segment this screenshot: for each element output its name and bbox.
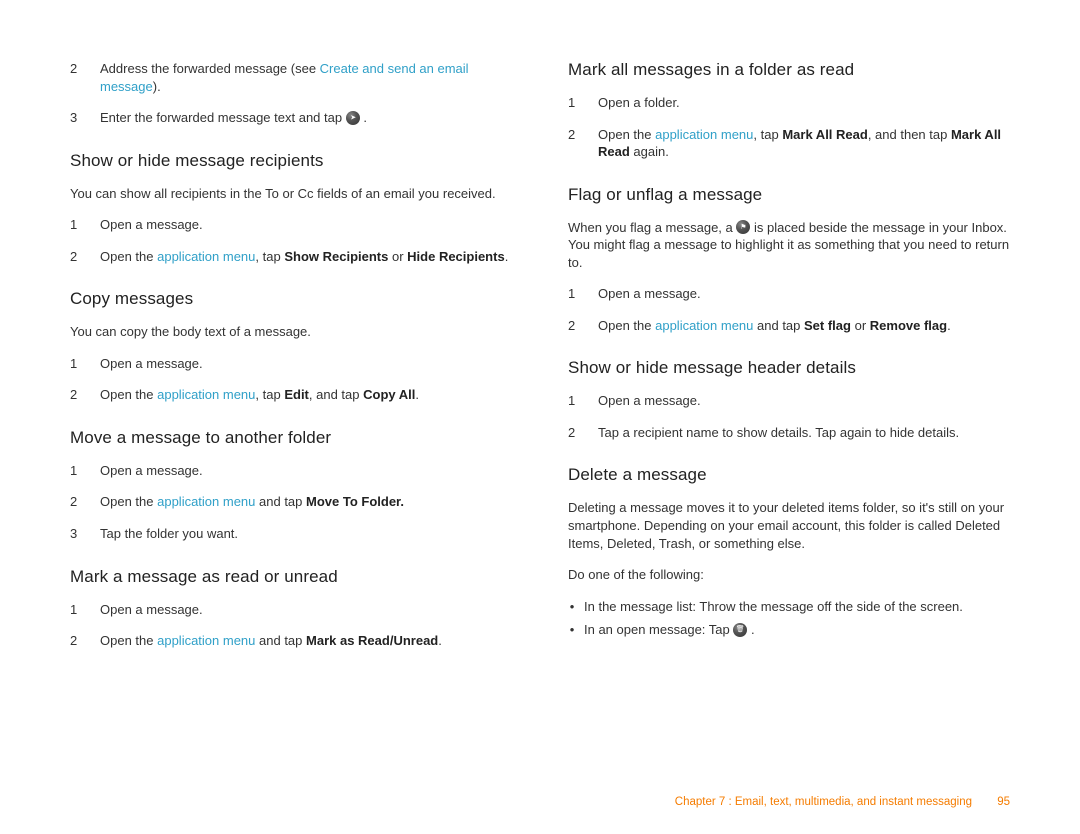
page-footer: Chapter 7 : Email, text, multimedia, and…: [675, 796, 1010, 808]
link-app-menu[interactable]: application menu: [157, 249, 255, 264]
send-icon: [346, 111, 360, 125]
heading-delete: Delete a message: [568, 465, 1010, 485]
heading-copy: Copy messages: [70, 289, 512, 309]
left-column: 2 Address the forwarded message (see Cre…: [70, 60, 512, 784]
flag-icon: [736, 220, 750, 234]
heading-header-details: Show or hide message header details: [568, 358, 1010, 378]
intro-text: When you flag a message, a is placed bes…: [568, 219, 1010, 272]
link-app-menu[interactable]: application menu: [157, 633, 255, 648]
step-text: Open the application menu, tap Show Reci…: [100, 248, 512, 266]
heading-show-recipients: Show or hide message recipients: [70, 151, 512, 171]
chapter-label: Chapter 7 : Email, text, multimedia, and…: [675, 796, 972, 808]
intro-text: You can show all recipients in the To or…: [70, 185, 512, 203]
step-text: Enter the forwarded message text and tap…: [100, 109, 512, 127]
step-text: Open a message.: [100, 216, 512, 234]
bullet-item: • In an open message: Tap .: [568, 621, 1010, 639]
link-app-menu[interactable]: application menu: [157, 494, 255, 509]
link-app-menu[interactable]: application menu: [655, 318, 753, 333]
step-item: 3 Enter the forwarded message text and t…: [70, 109, 512, 127]
heading-move: Move a message to another folder: [70, 428, 512, 448]
right-column: Mark all messages in a folder as read 1O…: [568, 60, 1010, 784]
link-app-menu[interactable]: application menu: [157, 387, 255, 402]
step-number: 2: [70, 60, 84, 95]
page-number: 95: [997, 796, 1010, 808]
step-number: 3: [70, 109, 84, 127]
heading-mark-all: Mark all messages in a folder as read: [568, 60, 1010, 80]
step-text: Address the forwarded message (see Creat…: [100, 60, 512, 95]
heading-flag: Flag or unflag a message: [568, 185, 1010, 205]
step-item: 2 Address the forwarded message (see Cre…: [70, 60, 512, 95]
bullet-item: •In the message list: Throw the message …: [568, 598, 1010, 616]
trash-icon: [733, 623, 747, 637]
intro-text: Deleting a message moves it to your dele…: [568, 499, 1010, 552]
intro-text: You can copy the body text of a message.: [70, 323, 512, 341]
link-app-menu[interactable]: application menu: [655, 127, 753, 142]
heading-mark: Mark a message as read or unread: [70, 567, 512, 587]
intro-text: Do one of the following:: [568, 566, 1010, 584]
